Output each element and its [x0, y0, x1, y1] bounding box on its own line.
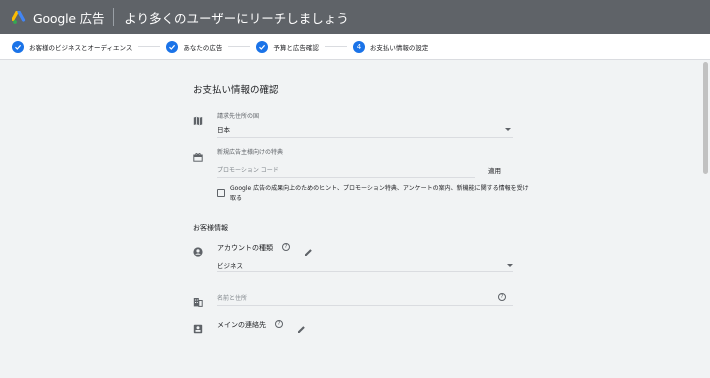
help-icon[interactable]: ?: [498, 293, 506, 301]
check-circle-icon: [256, 40, 269, 53]
google-ads-logo-icon: [11, 10, 28, 24]
step-connector: [324, 46, 347, 47]
help-icon[interactable]: ?: [282, 243, 290, 251]
step-label: 予算と広告確認: [273, 43, 319, 52]
account-type-value: ビジネス: [217, 262, 243, 270]
step-connector: [228, 46, 251, 47]
edit-pencil-icon[interactable]: [304, 242, 313, 256]
field-underline: [217, 271, 513, 272]
country-value: 日本: [217, 126, 230, 134]
dropdown-arrow-icon: [505, 128, 511, 131]
customer-info-heading: お客様情報: [193, 224, 228, 232]
name-address-placeholder: 名前と住所: [217, 295, 248, 302]
checkbox-label: Google 広告の成果向上のためのヒント、プロモーション特典、アンケートの案内…: [230, 185, 529, 202]
app-header: Google 広告 より多くのユーザーにリーチしましょう: [0, 0, 710, 34]
field-underline: [217, 305, 513, 306]
section-title: お支払い情報の確認: [193, 85, 279, 96]
promo-placeholder: プロモーション コード: [217, 167, 279, 174]
account-type-select[interactable]: ビジネス: [217, 259, 513, 273]
account-type-label: アカウントの種類: [217, 244, 273, 252]
brand-name: Google 広告: [33, 10, 105, 26]
step-connector: [138, 46, 161, 47]
promo-label: 新規広告主様向けの特典: [217, 149, 284, 156]
country-label: 請求先住所の国: [217, 113, 260, 120]
field-underline: [217, 137, 513, 138]
check-circle-icon: [12, 40, 24, 53]
dropdown-arrow-icon: [507, 264, 513, 267]
country-select[interactable]: 日本: [217, 122, 513, 138]
promo-code-input[interactable]: プロモーション コード: [217, 162, 477, 178]
page-title: より多くのユーザーにリーチしましょう: [124, 10, 349, 26]
check-circle-icon: [166, 40, 179, 53]
step-business-audience[interactable]: お客様のビジネスとオーディエンス: [12, 34, 132, 59]
step-label: あなたの広告: [183, 43, 223, 52]
progress-stepper: お客様のビジネスとオーディエンス あなたの広告 予算と広告確認 4 お支払い情報…: [0, 34, 710, 60]
main-contact-label: メインの連絡先: [217, 321, 266, 329]
name-address-field[interactable]: 名前と住所: [217, 290, 513, 306]
map-icon: [193, 111, 204, 126]
step-budget-review[interactable]: 予算と広告確認: [256, 34, 319, 59]
contact-card-icon: [193, 319, 204, 334]
field-underline: [217, 177, 475, 178]
payment-form: お支払い情報の確認 請求先住所の国 日本 新規広告主様向けの特典 プロモーション…: [193, 60, 529, 378]
apply-button[interactable]: 適用: [488, 165, 501, 175]
header-divider: [113, 8, 115, 26]
account-circle-icon: [193, 242, 204, 257]
step-label: お支払い情報の設定: [369, 43, 429, 52]
gift-icon: [193, 147, 204, 162]
marketing-opt-in-checkbox[interactable]: [217, 189, 225, 197]
scrollbar-thumb[interactable]: [703, 62, 708, 174]
step-your-ad[interactable]: あなたの広告: [166, 34, 222, 59]
edit-pencil-icon[interactable]: [297, 319, 306, 333]
step-label: お客様のビジネスとオーディエンス: [29, 43, 133, 52]
help-icon[interactable]: ?: [275, 320, 283, 328]
step-number-badge: 4: [352, 40, 365, 53]
building-icon: [193, 292, 204, 307]
step-payment-setup[interactable]: 4 お支払い情報の設定: [352, 34, 429, 59]
